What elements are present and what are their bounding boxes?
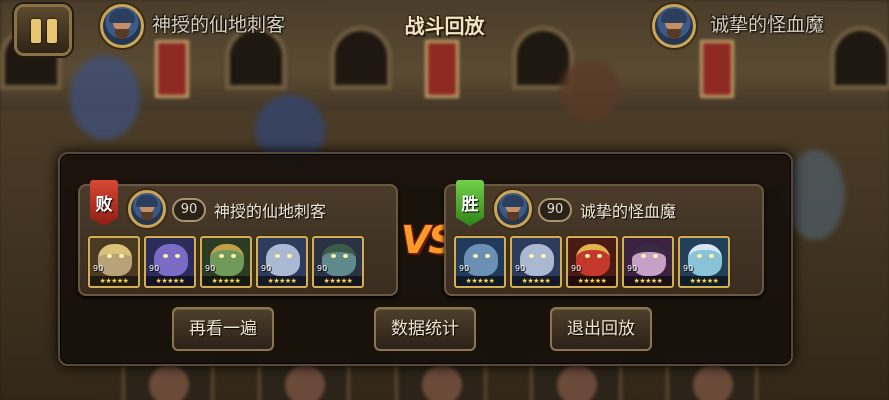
- battle-stats-button[interactable]: 数据统计: [374, 307, 476, 351]
- victory-badge: 胜: [456, 180, 484, 226]
- left-hero-lineup: 90 ★★★★★ 90 ★★★★★ 90 ★★★★★ 90 ★★★★★ 90 ★…: [88, 236, 364, 288]
- hero-card[interactable]: 90 ★★★★★: [144, 236, 196, 288]
- left-team-avatar: [128, 190, 166, 228]
- hero-level: 90: [205, 264, 216, 273]
- hero-eye: [529, 254, 534, 258]
- beard-icon: [507, 212, 519, 221]
- hat-icon: [502, 195, 524, 207]
- hero-card[interactable]: 90 ★★★★★: [200, 236, 252, 288]
- arena-banner: [700, 40, 734, 98]
- hero-eye: [541, 254, 546, 258]
- hero-stars: ★★★★★: [680, 276, 728, 286]
- hero-eye: [163, 254, 168, 258]
- hero-level: 90: [515, 264, 526, 273]
- arena-banner: [155, 40, 189, 98]
- hero-eye: [119, 254, 124, 258]
- arena-banner: [425, 40, 459, 98]
- hero-card[interactable]: 90 ★★★★★: [622, 236, 674, 288]
- hero-eye: [231, 254, 236, 258]
- hat-icon: [136, 195, 158, 207]
- defeat-badge: 败: [90, 180, 118, 226]
- hero-eye: [331, 254, 336, 258]
- hero-stars: ★★★★★: [456, 276, 504, 286]
- hero-eye: [287, 254, 292, 258]
- hero-stars: ★★★★★: [202, 276, 250, 286]
- hero-eye: [653, 254, 658, 258]
- left-team-card: 败 90 神授的仙地刺客 90 ★★★★★ 90 ★★★★★ 90 ★★★★★ …: [78, 180, 398, 296]
- left-team-name: 神授的仙地刺客: [214, 202, 327, 221]
- hero-eye: [219, 254, 224, 258]
- team-level-badge: 90: [538, 198, 572, 222]
- hero-card[interactable]: 90 ★★★★★: [256, 236, 308, 288]
- right-team-avatar: [494, 190, 532, 228]
- hero-eye: [641, 254, 646, 258]
- hero-stars: ★★★★★: [314, 276, 362, 286]
- hero-level: 90: [149, 264, 160, 273]
- blurred-hero-figure: [560, 60, 620, 120]
- hero-level: 90: [683, 264, 694, 273]
- hero-stars: ★★★★★: [512, 276, 560, 286]
- hero-stars: ★★★★★: [146, 276, 194, 286]
- right-team-card: 胜 90 诚挚的怪血魔 90 ★★★★★ 90 ★★★★★ 90 ★★★★★ 9…: [444, 180, 764, 296]
- hero-stars: ★★★★★: [258, 276, 306, 286]
- battle-result-panel: 败 90 神授的仙地刺客 90 ★★★★★ 90 ★★★★★ 90 ★★★★★ …: [58, 152, 793, 366]
- hero-level: 90: [93, 264, 104, 273]
- beard-icon: [141, 212, 153, 221]
- hero-stars: ★★★★★: [568, 276, 616, 286]
- hero-eye: [175, 254, 180, 258]
- hat-icon: [661, 9, 687, 23]
- hero-card[interactable]: 90 ★★★★★: [454, 236, 506, 288]
- hero-eye: [485, 254, 490, 258]
- hero-eye: [107, 254, 112, 258]
- hero-level: 90: [459, 264, 470, 273]
- right-team-name: 诚挚的怪血魔: [580, 202, 677, 221]
- hero-card[interactable]: 90 ★★★★★: [678, 236, 730, 288]
- hero-eye: [585, 254, 590, 258]
- hero-card[interactable]: 90 ★★★★★: [312, 236, 364, 288]
- blurred-hero-figure: [785, 150, 845, 240]
- hero-eye: [697, 254, 702, 258]
- replay-again-button[interactable]: 再看一遍: [172, 307, 274, 351]
- hero-card[interactable]: 90 ★★★★★: [88, 236, 140, 288]
- right-player-name: 诚挚的怪血魔: [710, 14, 825, 36]
- hero-stars: ★★★★★: [624, 276, 672, 286]
- hero-level: 90: [571, 264, 582, 273]
- right-hero-lineup: 90 ★★★★★ 90 ★★★★★ 90 ★★★★★ 90 ★★★★★ 90 ★…: [454, 236, 730, 288]
- team-level-badge: 90: [172, 198, 206, 222]
- hero-level: 90: [627, 264, 638, 273]
- hero-eye: [343, 254, 348, 258]
- right-player-avatar: [652, 4, 696, 48]
- hero-eye: [709, 254, 714, 258]
- hero-eye: [275, 254, 280, 258]
- hero-stars: ★★★★★: [90, 276, 138, 286]
- hero-eye: [597, 254, 602, 258]
- hero-eye: [473, 254, 478, 258]
- hero-level: 90: [261, 264, 272, 273]
- hero-card[interactable]: 90 ★★★★★: [510, 236, 562, 288]
- hero-card[interactable]: 90 ★★★★★: [566, 236, 618, 288]
- hero-level: 90: [317, 264, 328, 273]
- exit-replay-button[interactable]: 退出回放: [550, 307, 652, 351]
- beard-icon: [667, 29, 681, 39]
- blurred-hero-figure: [70, 55, 140, 140]
